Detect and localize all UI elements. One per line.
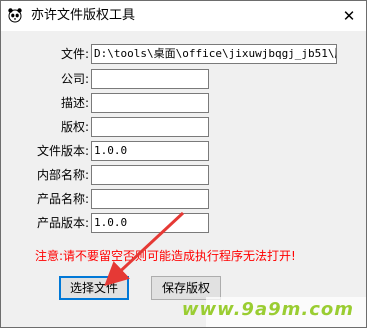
copyright-label: 版权:	[60, 120, 89, 134]
company-input[interactable]	[91, 69, 209, 89]
panda-icon	[8, 8, 22, 23]
file-version-label: 文件版本:	[36, 144, 89, 158]
description-row: 描述:	[1, 93, 209, 113]
close-icon: ✕	[342, 7, 356, 25]
internal-name-label: 内部名称:	[36, 168, 89, 182]
file-path-input[interactable]: D:\tools\桌面\office\jixuwjbqgj_jb51\版权	[91, 44, 337, 64]
product-version-input[interactable]: 1.0.0	[91, 213, 209, 233]
description-label: 描述:	[60, 96, 89, 110]
description-input[interactable]	[91, 93, 209, 113]
watermark-banner: www.9a9m.com	[182, 297, 366, 327]
window-title: 亦许文件版权工具	[31, 8, 136, 23]
warning-text: 注意:请不要留空否则可能造成执行程序无法打开!	[35, 249, 296, 263]
product-version-row: 产品版本: 1.0.0	[1, 213, 209, 233]
app-window: 亦许文件版权工具 ✕ 文件: D:\tools\桌面\office\jixuwj…	[0, 0, 367, 328]
file-row: 文件: D:\tools\桌面\office\jixuwjbqgj_jb51\版…	[1, 44, 337, 64]
company-row: 公司:	[1, 69, 209, 89]
watermark-text: www.9a9m.com	[181, 299, 354, 320]
file-version-input[interactable]: 1.0.0	[91, 141, 209, 161]
select-file-button[interactable]: 选择文件	[59, 276, 129, 300]
product-name-row: 产品名称:	[1, 189, 209, 209]
file-version-row: 文件版本: 1.0.0	[1, 141, 209, 161]
title-bar: 亦许文件版权工具 ✕	[1, 1, 366, 31]
product-name-label: 产品名称:	[36, 192, 89, 206]
file-label: 文件:	[60, 47, 89, 61]
company-label: 公司:	[60, 72, 89, 86]
product-version-label: 产品版本:	[36, 216, 89, 230]
product-name-input[interactable]	[91, 189, 209, 209]
copyright-input[interactable]	[91, 117, 209, 137]
internal-name-input[interactable]	[91, 165, 209, 185]
internal-name-row: 内部名称:	[1, 165, 209, 185]
close-button[interactable]: ✕	[332, 1, 366, 31]
copyright-row: 版权:	[1, 117, 209, 137]
